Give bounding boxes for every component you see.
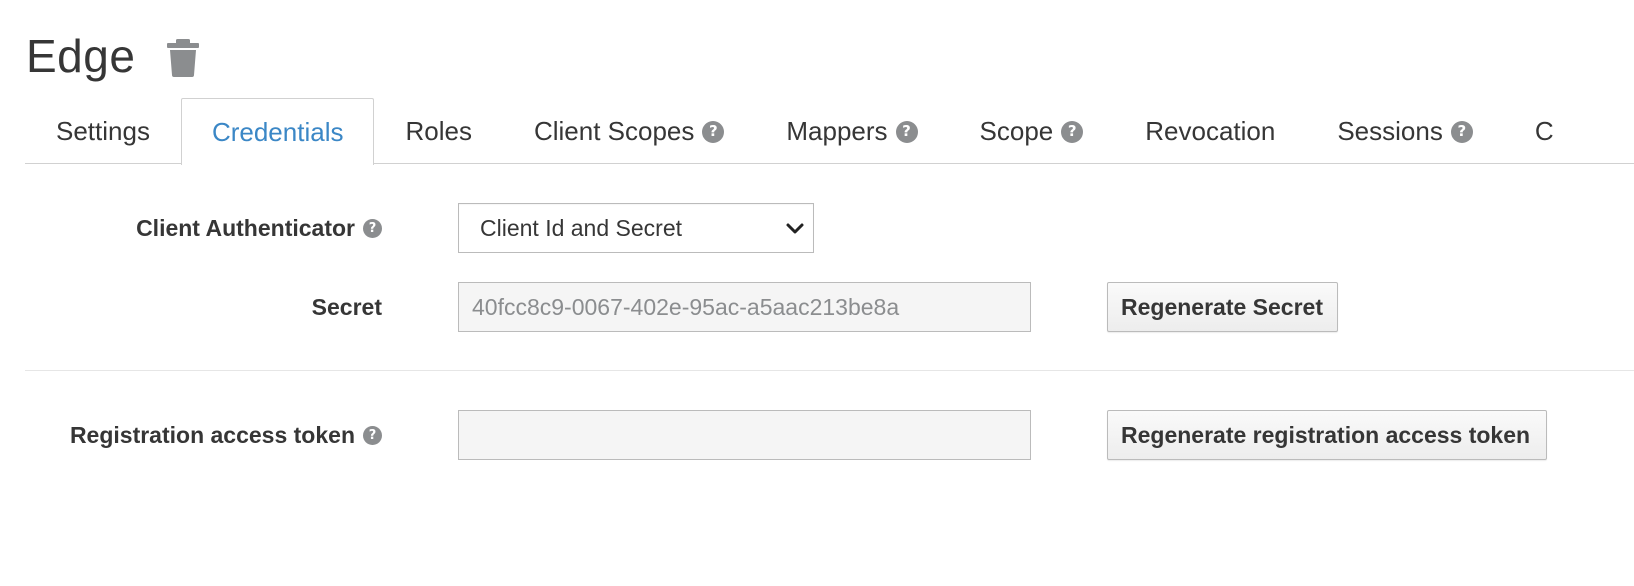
- registration-token-field[interactable]: [458, 410, 1031, 460]
- client-authenticator-select[interactable]: Client Id and Secret: [458, 203, 814, 253]
- registration-token-label-text: Registration access token: [69, 421, 355, 448]
- section-divider: [25, 370, 1634, 371]
- secret-row: Secret Regenerate Secret: [0, 282, 1634, 332]
- help-icon[interactable]: ?: [895, 120, 918, 143]
- chevron-down-icon: [786, 223, 804, 234]
- client-authenticator-row: Client Authenticator ? Client Id and Sec…: [0, 203, 1634, 253]
- tab-label: Roles: [405, 116, 472, 146]
- registration-token-label: Registration access token ?: [70, 410, 382, 460]
- tab-label: Client Scopes: [533, 116, 695, 146]
- tab-label: Credentials: [211, 116, 344, 147]
- tab-settings[interactable]: Settings: [25, 98, 181, 164]
- secret-field[interactable]: [458, 282, 1031, 332]
- client-authenticator-selected: Client Id and Secret: [480, 214, 683, 241]
- tab-sessions[interactable]: Sessions ?: [1306, 98, 1504, 164]
- help-icon[interactable]: ?: [1450, 120, 1473, 143]
- tab-label: Mappers: [786, 116, 888, 146]
- tab-label: Revocation: [1145, 116, 1276, 146]
- trash-icon[interactable]: [167, 39, 200, 77]
- regenerate-secret-button[interactable]: Regenerate Secret: [1107, 282, 1338, 332]
- tab-truncated[interactable]: C: [1504, 98, 1585, 164]
- tab-revocation[interactable]: Revocation: [1114, 98, 1306, 164]
- tab-label: C: [1534, 116, 1554, 146]
- help-icon[interactable]: ?: [363, 425, 382, 445]
- secret-label-text: Secret: [311, 293, 382, 320]
- help-icon[interactable]: ?: [1061, 120, 1084, 143]
- tab-credentials[interactable]: Credentials: [180, 98, 375, 165]
- regenerate-registration-token-button[interactable]: Regenerate registration access token: [1107, 410, 1547, 460]
- tab-label: Sessions: [1337, 116, 1443, 146]
- client-authenticator-label: Client Authenticator ?: [136, 203, 382, 253]
- tab-client-scopes[interactable]: Client Scopes ?: [503, 98, 755, 164]
- tab-label: Settings: [56, 116, 150, 146]
- page-title: Edge: [26, 30, 136, 82]
- client-authenticator-label-text: Client Authenticator: [136, 214, 355, 241]
- page-header: Edge: [26, 28, 200, 84]
- tab-roles[interactable]: Roles: [374, 98, 502, 164]
- secret-label: Secret: [312, 282, 382, 332]
- help-icon[interactable]: ?: [363, 218, 382, 238]
- tab-bar: Settings Credentials Roles Client Scopes…: [25, 98, 1634, 165]
- tab-scope[interactable]: Scope ?: [949, 98, 1115, 164]
- tab-mappers[interactable]: Mappers ?: [755, 98, 948, 164]
- registration-token-row: Registration access token ? Regenerate r…: [0, 410, 1634, 460]
- tab-label: Scope: [979, 116, 1054, 146]
- help-icon[interactable]: ?: [702, 120, 725, 143]
